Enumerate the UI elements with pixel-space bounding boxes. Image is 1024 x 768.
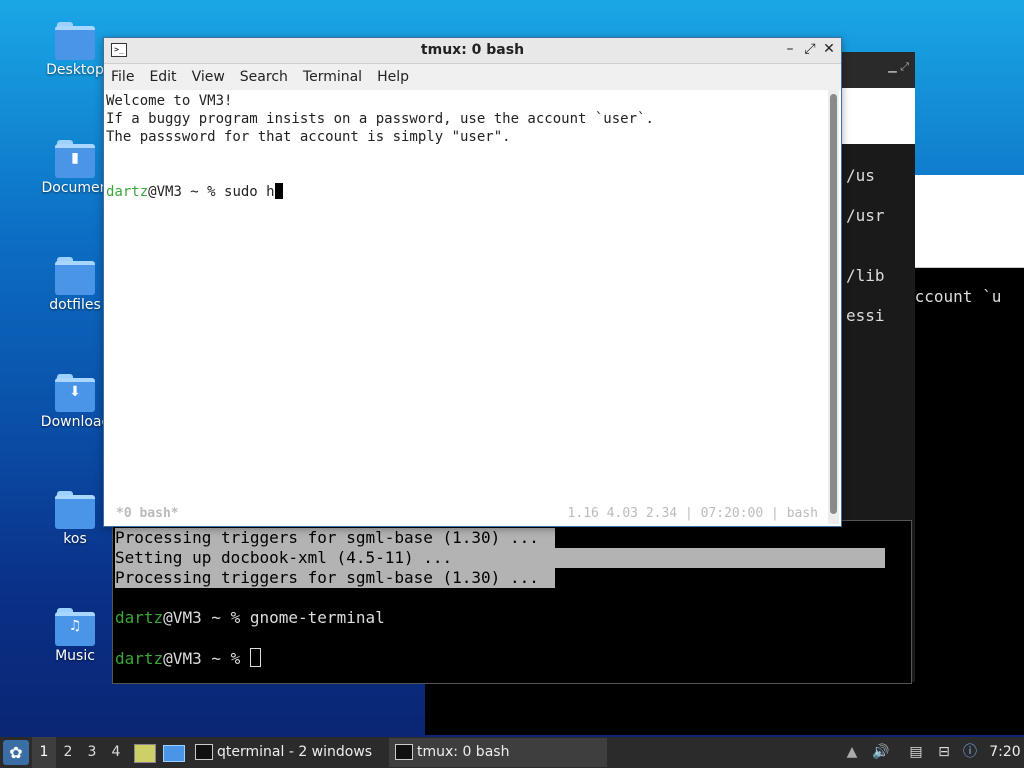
notification-icon[interactable]: ⓘ — [961, 737, 979, 768]
menu-help[interactable]: Help — [377, 69, 409, 85]
taskbar-item-label: qterminal - 2 windows — [217, 744, 373, 760]
prompt-command: @VM3 ~ % — [163, 649, 250, 668]
menu-view[interactable]: View — [192, 69, 225, 85]
terminal-line: Processing triggers for sgml-base (1.30)… — [115, 568, 555, 588]
background-text-fragment: /lib — [846, 266, 885, 285]
terminal-content[interactable]: Welcome to VM3! If a buggy program insis… — [104, 90, 826, 524]
network-icon[interactable]: ⊟ — [935, 737, 953, 768]
background-window-panel — [841, 88, 915, 144]
taskbar-item-qterminal[interactable]: qterminal - 2 windows — [189, 738, 407, 767]
workspace-1[interactable]: 1 — [32, 737, 56, 768]
tmux-terminal-window[interactable]: >_ tmux: 0 bash – ⤢ ✕ File Edit View Sea… — [103, 37, 842, 527]
desktop-icon-label: Downloac — [40, 414, 110, 430]
file-manager-icon[interactable] — [134, 744, 156, 763]
tmux-status-bar: *0 bash* 1.16 4.03 2.34 | 07:20:00 | bas… — [104, 506, 826, 524]
prompt-user: dartz — [115, 649, 164, 668]
taskbar-item-tmux[interactable]: tmux: 0 bash — [389, 738, 607, 767]
app-menu-icon: ✿ — [9, 743, 23, 762]
desktop-icon-label: dotfiles — [49, 297, 101, 313]
background-text-fragment: account `u — [905, 287, 1002, 306]
prompt-command: @VM3 ~ % sudo h — [148, 184, 275, 200]
window-title: tmux: 0 bash — [420, 42, 525, 58]
background-text-fragment: /us — [846, 166, 875, 185]
terminal-line: Processing triggers for sgml-base (1.30)… — [115, 528, 555, 548]
desktop-icon-label: kos — [63, 531, 87, 547]
prompt-user: dartz — [106, 184, 149, 200]
desktop-icon-documents[interactable]: ▮ Documen — [40, 140, 110, 196]
desktop-icon-desktop[interactable]: Desktop — [40, 22, 110, 78]
terminal-cursor — [249, 648, 261, 667]
desktop-icon-label: Desktop — [46, 62, 104, 78]
workspace-2[interactable]: 2 — [56, 737, 80, 768]
window-titlebar[interactable]: >_ tmux: 0 bash – ⤢ ✕ — [104, 38, 841, 64]
workspace-4[interactable]: 4 — [104, 737, 128, 768]
desktop-icon-music[interactable]: ♫ Music — [40, 608, 110, 664]
music-folder-icon: ♫ — [55, 608, 95, 646]
minimize-button[interactable]: – — [781, 41, 799, 57]
terminal-line: Welcome to VM3! — [106, 93, 233, 109]
scrollbar-thumb[interactable] — [830, 94, 837, 514]
menu-bar: File Edit View Search Terminal Help — [104, 64, 841, 90]
start-menu-button[interactable]: ✿ — [3, 740, 29, 765]
background-text-fragment: /usr — [846, 206, 885, 225]
terminal-prompt-line: dartz@VM3 ~ % gnome-terminal — [115, 608, 385, 628]
terminal-icon — [195, 744, 213, 760]
maximize-button[interactable]: ⤢ — [801, 41, 819, 57]
menu-file[interactable]: File — [111, 69, 134, 85]
tmux-window-label: *0 bash* — [116, 506, 179, 521]
show-desktop-icon[interactable] — [163, 745, 185, 762]
qterminal-window[interactable]: Processing triggers for sgml-base (1.30)… — [112, 520, 912, 684]
folder-icon — [55, 491, 95, 529]
terminal-line: The passsword for that account is simply… — [106, 129, 511, 145]
desktop-icon-kos[interactable]: kos — [40, 491, 110, 547]
scrollbar[interactable] — [828, 90, 839, 524]
prompt-user: dartz — [115, 608, 164, 627]
background-window-controls: ▁ ⤢ — [841, 52, 915, 88]
desktop-icon-label: Documen — [41, 180, 109, 196]
desktop-icon-downloads[interactable]: ⬇ Downloac — [40, 374, 110, 430]
downloads-folder-icon: ⬇ — [55, 374, 95, 412]
prompt-command: @VM3 ~ % gnome-terminal — [163, 608, 385, 627]
tmux-status-right: 1.16 4.03 2.34 | 07:20:00 | bash — [567, 506, 818, 521]
workspace-3[interactable]: 3 — [80, 737, 104, 768]
terminal-icon — [395, 744, 413, 760]
tray-up-arrow-icon[interactable]: ▲ — [845, 737, 859, 768]
taskbar: ✿ 1 2 3 4 qterminal - 2 windows tmux: 0 … — [0, 737, 1024, 768]
desktop-icon-dotfiles[interactable]: dotfiles — [40, 257, 110, 313]
menu-edit[interactable]: Edit — [149, 69, 176, 85]
menu-search[interactable]: Search — [240, 69, 288, 85]
folder-icon — [55, 22, 95, 60]
volume-icon[interactable]: 🔊 — [872, 737, 890, 768]
folder-icon — [55, 257, 95, 295]
menu-terminal[interactable]: Terminal — [303, 69, 362, 85]
documents-folder-icon: ▮ — [55, 140, 95, 178]
desktop-icon-label: Music — [55, 648, 95, 664]
terminal-prompt-line[interactable]: dartz@VM3 ~ % — [115, 648, 261, 668]
background-text-fragment: essi — [846, 306, 885, 325]
clipboard-icon[interactable]: ▤ — [907, 737, 925, 768]
close-button[interactable]: ✕ — [820, 41, 838, 57]
taskbar-item-label: tmux: 0 bash — [417, 744, 510, 760]
terminal-cursor — [274, 183, 283, 199]
clock[interactable]: 7:20 — [989, 737, 1021, 768]
terminal-line: Setting up docbook-xml (4.5-11) ... — [115, 548, 885, 568]
terminal-line: If a buggy program insists on a password… — [106, 111, 654, 127]
terminal-prompt-line: dartz@VM3 ~ % sudo h — [106, 183, 283, 200]
